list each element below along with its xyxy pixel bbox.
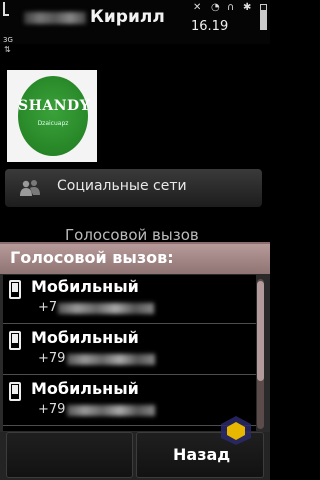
social-networks-label: Социальные сети: [57, 178, 187, 194]
people-icon: [19, 179, 41, 197]
list-item[interactable]: Мобильный +7: [3, 275, 256, 324]
list-item[interactable]: Мобильный +79: [3, 326, 256, 375]
blurred-number: [67, 354, 155, 365]
contact-avatar[interactable]: SHANDY Dzaicuapz: [7, 70, 97, 162]
blurred-number: [67, 405, 155, 416]
dialog-header: Голосовой вызов:: [0, 244, 270, 274]
blurred-contact-surname: [24, 12, 86, 24]
avatar-logo-text: SHANDY: [18, 98, 91, 114]
site-watermark-logo: [221, 416, 251, 445]
number-type: Мобильный: [31, 277, 139, 296]
mobile-phone-icon: [9, 382, 21, 401]
signal-icon: [3, 2, 9, 16]
clock: 16.19: [191, 19, 229, 34]
contact-name-title: Кирилл: [90, 7, 165, 27]
social-networks-button[interactable]: Социальные сети: [5, 169, 262, 207]
phone-number: +79: [38, 351, 66, 366]
silent-profile-icon: ◔: [211, 2, 220, 13]
dialog-title: Голосовой вызов:: [10, 248, 174, 267]
mobile-phone-icon: [9, 280, 21, 299]
number-list: Мобильный +7 Мобильный +79 Мобильный +79: [3, 275, 256, 431]
status-bar: 3G ⇅ Кирилл ✕ ◔ ∩ ✱ 16.19: [0, 0, 270, 54]
scrollbar-thumb[interactable]: [257, 281, 264, 381]
alarm-icon: ✕: [193, 2, 202, 13]
network-type: 3G: [3, 36, 13, 44]
phone-number: +79: [38, 402, 66, 417]
blurred-number: [58, 303, 154, 314]
avatar-logo-subtext: Dzaicuapz: [37, 120, 69, 127]
headset-icon: ∩: [227, 2, 235, 13]
battery-icon: [260, 4, 267, 30]
bluetooth-icon: ✱: [243, 2, 252, 13]
voice-call-row-behind: Голосовой вызов: [5, 222, 262, 244]
number-type: Мобильный: [31, 379, 139, 398]
number-type: Мобильный: [31, 328, 139, 347]
data-transfer-icon: ⇅: [4, 45, 11, 54]
scrollbar[interactable]: [257, 279, 264, 429]
avatar-logo-image: SHANDY Dzaicuapz: [18, 76, 91, 156]
phone-number: +7: [38, 300, 58, 315]
mobile-phone-icon: [9, 331, 21, 350]
left-softkey[interactable]: [6, 432, 133, 478]
back-button-label: Назад: [173, 445, 231, 464]
